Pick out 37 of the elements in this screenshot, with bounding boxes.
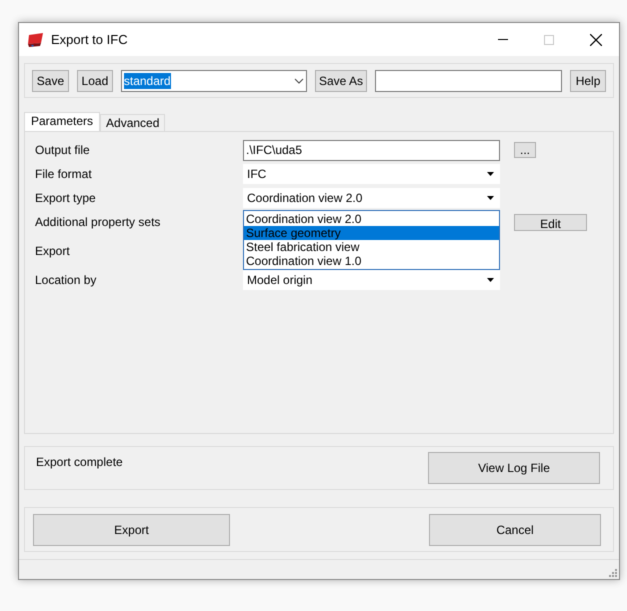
tab[interactable]: Advanced: [100, 114, 166, 131]
save-button[interactable]: Save: [32, 70, 69, 92]
export-button[interactable]: Export: [33, 514, 230, 546]
close-icon[interactable]: [590, 34, 602, 46]
preset-dropdown[interactable]: standard: [120, 70, 307, 92]
field-label: Additional property sets: [35, 214, 162, 231]
help-button[interactable]: Help: [570, 70, 606, 92]
dropdown-option[interactable]: Steel fabrication view: [244, 240, 499, 254]
load-button[interactable]: Load: [76, 70, 113, 92]
combo-box[interactable]: IFC: [243, 164, 500, 184]
dropdown-arrow-icon: [487, 172, 494, 176]
edit-button[interactable]: Edit: [514, 214, 587, 230]
app-logo-icon: [27, 32, 45, 48]
dropdown-arrow-icon: [487, 278, 494, 282]
dropdown-arrow-icon: [487, 196, 494, 200]
dropdown-option[interactable]: Surface geometry: [244, 226, 499, 240]
field-label: Output file: [35, 142, 91, 159]
chevron-down-icon: [294, 78, 304, 84]
maximize-icon[interactable]: [544, 34, 554, 44]
dropdown-option[interactable]: Coordination view 2.0: [244, 212, 499, 226]
window-title: Export to IFC: [51, 30, 128, 49]
combo-box[interactable]: Coordination view 2.0: [243, 188, 500, 208]
output-file-field[interactable]: .\IFC\uda5: [243, 140, 500, 160]
save-as-name-field[interactable]: [375, 70, 562, 92]
combo-box[interactable]: Model origin: [243, 270, 500, 290]
field-label: Export type: [35, 190, 97, 207]
field-label: Export: [35, 243, 71, 260]
dropdown-option[interactable]: Coordination view 1.0: [244, 254, 499, 268]
resize-grip-icon[interactable]: [608, 568, 617, 577]
status-message: Export complete: [36, 454, 123, 471]
field-label: Location by: [35, 272, 98, 289]
browse-button[interactable]: ...: [514, 142, 536, 158]
view-log-button[interactable]: View Log File: [428, 452, 600, 484]
cancel-button[interactable]: Cancel: [429, 514, 601, 546]
save-as-button[interactable]: Save As: [314, 70, 368, 92]
tab[interactable]: Parameters: [24, 112, 100, 131]
field-label: File format: [35, 166, 93, 183]
